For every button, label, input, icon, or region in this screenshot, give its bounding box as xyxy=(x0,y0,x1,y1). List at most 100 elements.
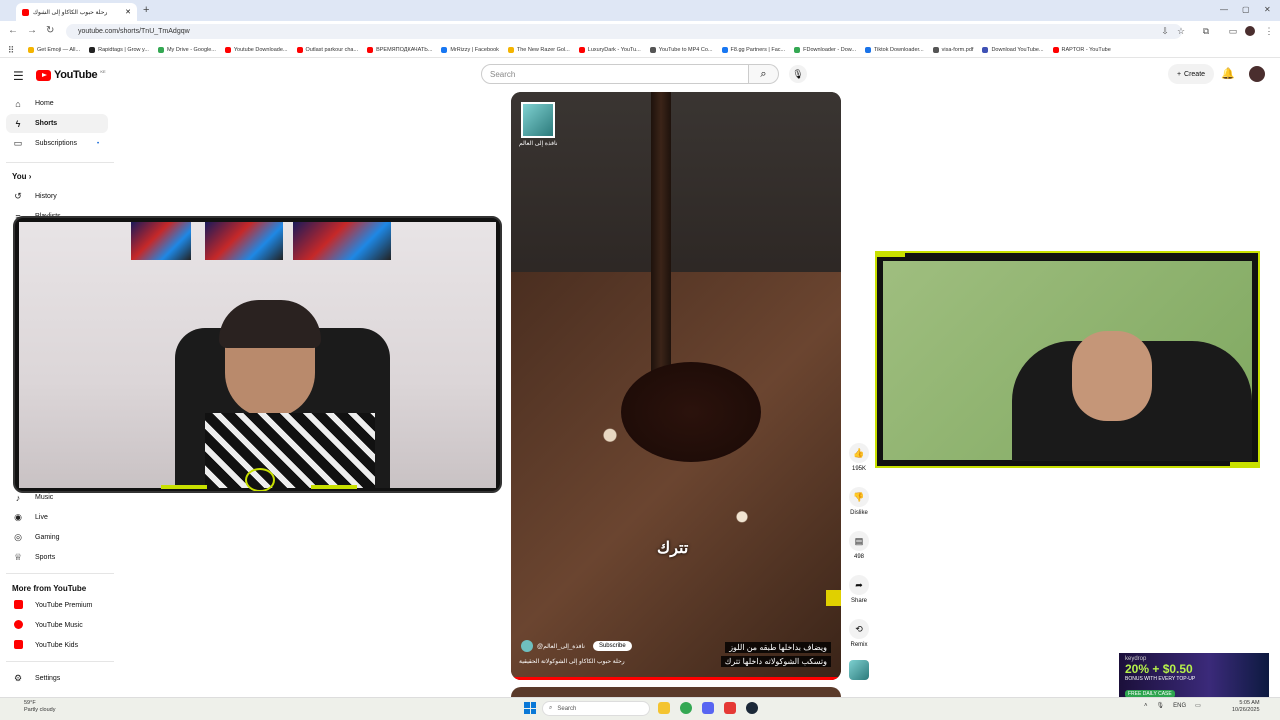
channel-avatar[interactable] xyxy=(521,640,533,652)
bookmark-item[interactable]: Get Emoji — All... xyxy=(28,46,80,53)
short-title[interactable]: رحلة حبوب الكاكاو إلى الشوكولاتة الحقيقي… xyxy=(519,658,625,665)
sidebar-item-youtube-kids[interactable]: YouTube Kids xyxy=(6,636,108,655)
sidebar-item-label: History xyxy=(35,193,57,200)
bookmark-item[interactable]: visa-form.pdf xyxy=(932,46,973,53)
sidebar-item-label: YouTube Kids xyxy=(35,642,79,649)
gaming-icon: ◎ xyxy=(14,532,22,542)
weather-widget[interactable]: 59°F Partly cloudy xyxy=(10,700,56,714)
share-action[interactable]: ➦ Share xyxy=(847,575,871,604)
sidebar-item-shorts[interactable]: ϟ Shorts xyxy=(6,114,108,133)
like-action[interactable]: 👍 195K xyxy=(847,443,871,472)
bookmark-item[interactable]: Download YouTube... xyxy=(982,46,1044,53)
minimize-icon[interactable]: — xyxy=(1220,5,1228,14)
chrome-icon[interactable] xyxy=(680,702,692,714)
sidepanel-icon[interactable]: ▭ xyxy=(1228,26,1238,36)
youtube-logo[interactable]: YouTube KE xyxy=(36,69,106,81)
next-short-preview[interactable] xyxy=(511,687,841,697)
sidebar-you-heading[interactable]: You › xyxy=(12,172,31,181)
taskbar-search-label: Search xyxy=(557,705,577,712)
bookmark-item[interactable]: The New Razer Gol... xyxy=(507,46,570,53)
bookmark-star-icon[interactable]: ☆ xyxy=(1176,26,1186,36)
short-video-player[interactable]: نافذة إلى العالم تترك ويضاف بداخلها طبقه… xyxy=(511,92,841,680)
sidebar-divider xyxy=(6,661,114,662)
bookmark-item[interactable]: YouTube to MP4 Co... xyxy=(649,46,713,53)
sidebar-item-youtube-premium[interactable]: YouTube Premium xyxy=(6,596,108,615)
app-icon[interactable] xyxy=(724,702,736,714)
taskbar-clock[interactable]: 5:05 AM 10/26/2025 xyxy=(1232,700,1260,714)
apps-icon[interactable]: ⠿ xyxy=(6,45,16,55)
subscribe-button[interactable]: Subscribe xyxy=(592,641,632,651)
bookmark-item[interactable]: Rapidtags | Grow y... xyxy=(89,46,149,53)
channel-handle[interactable]: @نافذة_إلى_العالم xyxy=(537,643,585,650)
bookmark-item[interactable]: ВРЕМЯПОДКАЧАТЬ... xyxy=(367,46,432,53)
sidebar-item-subscriptions[interactable]: ▭ Subscriptions • xyxy=(6,134,108,153)
bookmark-label: Download YouTube... xyxy=(991,46,1044,53)
remix-icon[interactable]: ⟲ xyxy=(849,619,869,639)
bookmark-item[interactable]: My Drive - Google... xyxy=(157,46,216,53)
maximize-icon[interactable]: ▢ xyxy=(1242,5,1250,14)
remix-action[interactable]: ⟲ Remix xyxy=(847,619,871,648)
browser-tab[interactable]: رحلة حبوب الكاكاو إلى الشوك ✕ xyxy=(16,3,137,21)
sidebar-item-label: Gaming xyxy=(35,534,60,541)
language-indicator[interactable]: ENG xyxy=(1173,703,1186,709)
sidebar-item-settings[interactable]: ⚙ Settings xyxy=(6,669,108,688)
browser-tabstrip: رحلة حبوب الكاكاو إلى الشوك ✕ + — ▢ ✕ xyxy=(0,0,1280,21)
sidebar-item-sports[interactable]: ♕ Sports xyxy=(6,548,108,567)
comments-action[interactable]: ▤ 498 xyxy=(847,531,871,560)
profile-icon[interactable] xyxy=(1245,26,1255,36)
extensions-icon[interactable]: ⧉ xyxy=(1201,26,1211,36)
like-icon[interactable]: 👍 xyxy=(849,443,869,463)
hamburger-menu-icon[interactable]: ☰ xyxy=(13,69,24,83)
sidebar-item-live[interactable]: ◉ Live xyxy=(6,508,108,527)
tray-mic-icon[interactable]: 🎙 xyxy=(1157,702,1165,709)
tab-close-icon[interactable]: ✕ xyxy=(125,8,131,16)
dislike-icon[interactable]: 👎 xyxy=(849,487,869,507)
keydrop-ad-banner[interactable]: keydrop 20% + $0.50 BONUS WITH EVERY TOP… xyxy=(1119,653,1269,699)
address-bar[interactable]: youtube.com/shorts/TnU_TmAdgqw xyxy=(66,24,1182,39)
file-explorer-icon[interactable] xyxy=(658,702,670,714)
tray-chevron-icon[interactable]: ˄ xyxy=(1144,703,1148,709)
notifications-bell-icon[interactable]: 🔔 xyxy=(1221,67,1235,80)
bookmark-item[interactable]: RAPTOR - YouTube xyxy=(1052,46,1111,53)
close-window-icon[interactable]: ✕ xyxy=(1264,5,1271,14)
forward-icon[interactable]: → xyxy=(27,25,37,36)
back-icon[interactable]: ← xyxy=(8,25,18,36)
search-icon: ⌕ xyxy=(760,67,767,80)
create-button[interactable]: + Create xyxy=(1168,64,1214,84)
sidebar-divider xyxy=(6,162,114,163)
avatar[interactable] xyxy=(1249,66,1265,82)
sidebar-item-history[interactable]: ↺ History xyxy=(6,187,108,206)
bookmark-item[interactable]: Outlast parkour cha... xyxy=(296,46,358,53)
network-icon[interactable]: ▭ xyxy=(1195,702,1201,709)
bookmark-item[interactable]: LuxuryDark - YouTu... xyxy=(578,46,641,53)
start-button[interactable] xyxy=(524,702,536,714)
video-progress-bar[interactable] xyxy=(511,677,841,680)
reload-icon[interactable]: ↻ xyxy=(46,25,54,36)
bookmark-item[interactable]: F8.gg Partners | Fac... xyxy=(721,46,785,53)
url-text: youtube.com/shorts/TnU_TmAdgqw xyxy=(78,28,190,35)
sidebar-item-home[interactable]: ⌂ Home xyxy=(6,94,108,113)
bookmark-item[interactable]: FDownloader - Dow... xyxy=(794,46,856,53)
taskbar-search-icon: ⌕ xyxy=(549,705,553,711)
bookmark-item[interactable]: MrRizzy | Facebook xyxy=(441,46,499,53)
bookmark-item[interactable]: Youtube Downloade... xyxy=(224,46,288,53)
bookmark-favicon-icon xyxy=(1052,46,1059,53)
bookmark-label: YouTube to MP4 Co... xyxy=(658,46,713,53)
menu-icon[interactable]: ⋮ xyxy=(1264,26,1274,36)
voice-search-button[interactable]: 🎙 xyxy=(789,65,807,83)
bookmark-item[interactable]: Tiktok Downloader... xyxy=(865,46,924,53)
search-button[interactable]: ⌕ xyxy=(749,64,779,84)
steam-icon[interactable] xyxy=(746,702,758,714)
sidebar-item-gaming[interactable]: ◎ Gaming xyxy=(6,528,108,547)
discord-icon[interactable] xyxy=(702,702,714,714)
taskbar-search[interactable]: ⌕ Search xyxy=(542,701,650,716)
search-input[interactable]: Search xyxy=(481,64,749,84)
you-heading-label: You xyxy=(12,172,27,181)
comment-icon[interactable]: ▤ xyxy=(849,531,869,551)
new-tab-icon[interactable]: + xyxy=(143,4,149,16)
sidebar-item-youtube-music[interactable]: YouTube Music xyxy=(6,616,108,635)
dislike-action[interactable]: 👎 Dislike xyxy=(847,487,871,516)
audio-thumbnail[interactable] xyxy=(849,660,869,680)
install-icon[interactable]: ⇩ xyxy=(1160,26,1170,36)
share-icon[interactable]: ➦ xyxy=(849,575,869,595)
